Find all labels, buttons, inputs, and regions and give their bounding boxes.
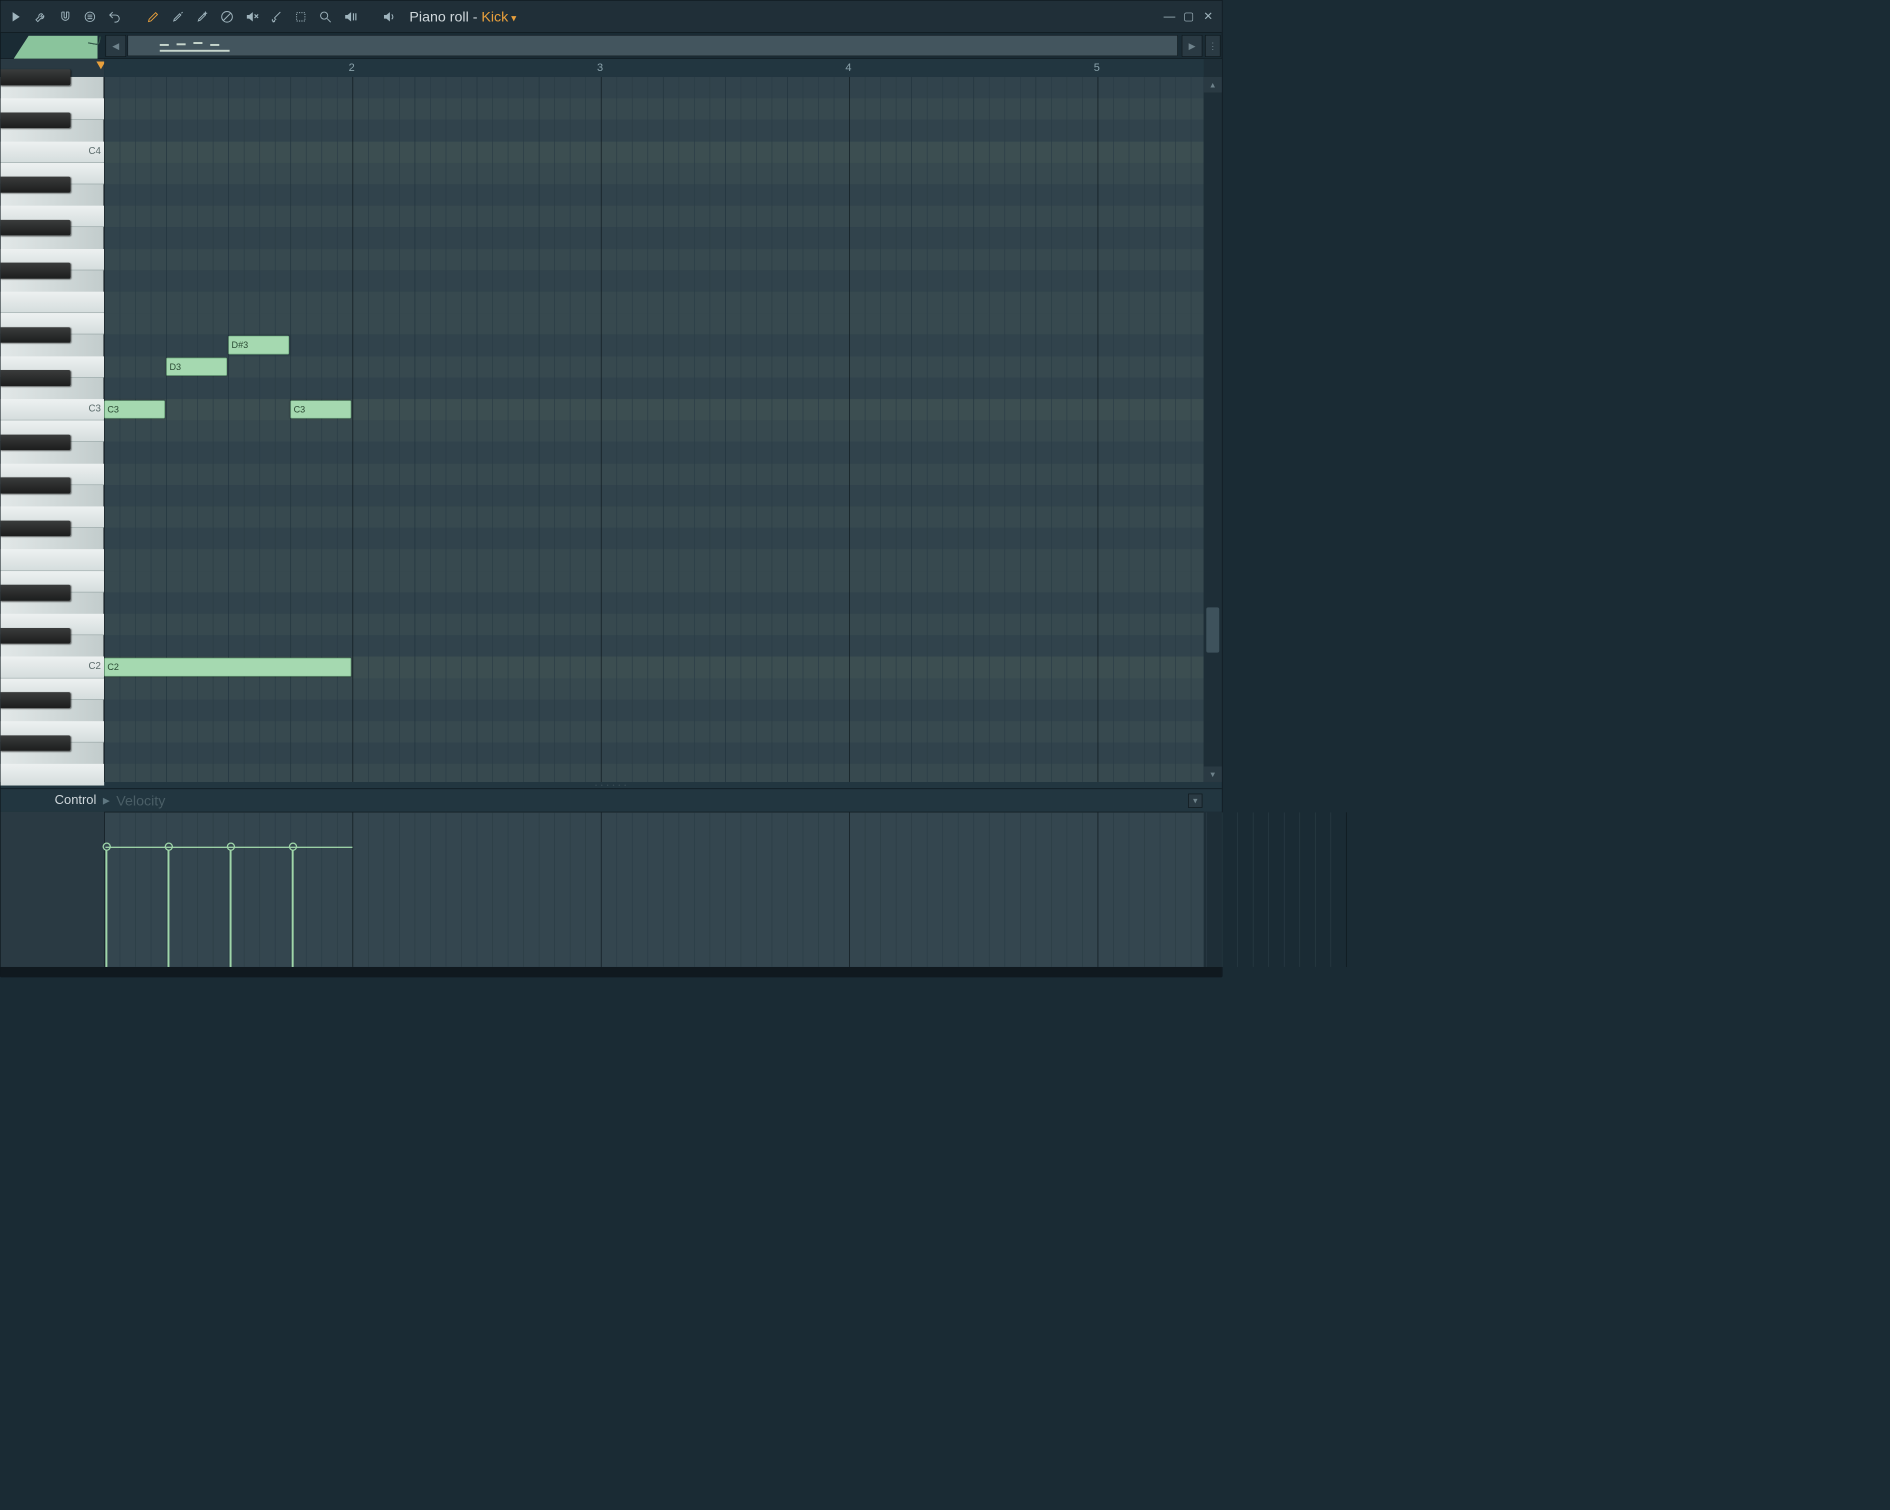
paint-sequencer-icon[interactable] (192, 6, 213, 27)
piano-roll-window: Piano roll - Kick — ▢ ✕ ◀ ▶ ⋮ 2345 C4C3C… (0, 0, 1222, 977)
key-label: C2 (88, 661, 100, 672)
bar-label: 2 (349, 61, 355, 74)
stamp-icon[interactable] (80, 6, 101, 27)
overview-tab[interactable] (1, 33, 104, 59)
vertical-scrollbar[interactable]: ▲ ▼ (1204, 77, 1222, 782)
timeline: 2 3 4 5 (1, 59, 1222, 77)
wrench-icon[interactable] (30, 6, 51, 27)
mute-tool-icon[interactable] (241, 6, 262, 27)
window-title: Piano roll - Kick (409, 8, 516, 25)
velocity-lane[interactable] (104, 812, 1204, 967)
control-property-selector[interactable]: Velocity (116, 792, 165, 809)
bar-label: 3 (597, 61, 603, 74)
maximize-button[interactable]: ▢ (1180, 8, 1197, 25)
overview-prev-button[interactable]: ◀ (105, 35, 126, 57)
key-label: C4 (88, 145, 100, 156)
key-label: C3 (88, 403, 100, 414)
midi-note[interactable]: D3 (166, 357, 227, 375)
zoom-tool-icon[interactable] (315, 6, 336, 27)
midi-note[interactable]: C2 (104, 658, 351, 676)
minimize-button[interactable]: — (1161, 8, 1178, 25)
overview-strip: ◀ ▶ ⋮ (1, 33, 1222, 59)
midi-note[interactable]: D#3 (228, 336, 289, 354)
paint-tool-icon[interactable] (168, 6, 189, 27)
overview-next-button[interactable]: ▶ (1182, 35, 1203, 57)
window-footer (1, 967, 1222, 977)
overview-options-button[interactable]: ⋮ (1205, 35, 1221, 57)
scroll-up-button[interactable]: ▲ (1204, 77, 1222, 93)
control-options-button[interactable]: ▾ (1188, 793, 1202, 807)
undo-icon[interactable] (104, 6, 125, 27)
play-menu-icon[interactable] (6, 6, 27, 27)
scroll-thumb[interactable] (1206, 607, 1219, 652)
audition-icon[interactable] (378, 6, 399, 27)
window-title-label: Piano roll - (409, 8, 481, 24)
velocity-gutter (1, 812, 104, 967)
midi-note[interactable]: C3 (290, 400, 351, 418)
toolbar: Piano roll - Kick — ▢ ✕ (1, 1, 1222, 33)
control-header: Control ▶ Velocity ▾ (1, 788, 1222, 811)
magnet-icon[interactable] (55, 6, 76, 27)
timeline-ruler[interactable]: 2 3 4 5 (104, 59, 1222, 77)
note-grid[interactable]: C3 D3D#3 C3 C2 (104, 77, 1204, 782)
playback-tool-icon[interactable] (340, 6, 361, 27)
bar-label: 4 (845, 61, 851, 74)
piano-keyboard[interactable]: C4 C3 C2 (1, 77, 104, 782)
midi-note[interactable]: C3 (104, 400, 165, 418)
overview-scrollbar[interactable] (127, 35, 1177, 56)
control-label: Control (1, 793, 104, 808)
channel-selector[interactable]: Kick (481, 8, 516, 24)
control-expand-icon[interactable]: ▶ (103, 795, 110, 806)
draw-tool-icon[interactable] (143, 6, 164, 27)
select-tool-icon[interactable] (290, 6, 311, 27)
slice-tool-icon[interactable] (266, 6, 287, 27)
bar-label: 5 (1094, 61, 1100, 74)
delete-tool-icon[interactable] (217, 6, 238, 27)
close-button[interactable]: ✕ (1200, 8, 1217, 25)
scroll-down-button[interactable]: ▼ (1204, 766, 1222, 782)
